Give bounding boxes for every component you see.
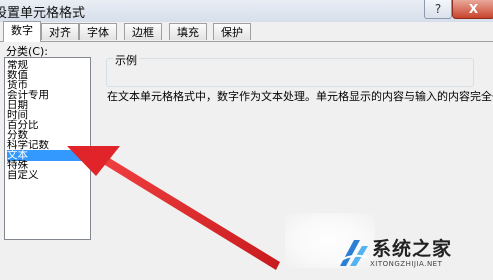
format-cells-dialog: 设置单元格格式 ? X 数字 对齐 字体 边框 填充 保护 分类(C): 常规 … bbox=[0, 0, 493, 280]
tab-number[interactable]: 数字 bbox=[3, 21, 41, 42]
watermark-url: XITONGZHIJIA.NET bbox=[370, 260, 443, 268]
watermark-logo-icon bbox=[337, 240, 369, 266]
watermark-brand: 系统之家 bbox=[372, 238, 453, 260]
arrow-shaft bbox=[100, 156, 280, 270]
